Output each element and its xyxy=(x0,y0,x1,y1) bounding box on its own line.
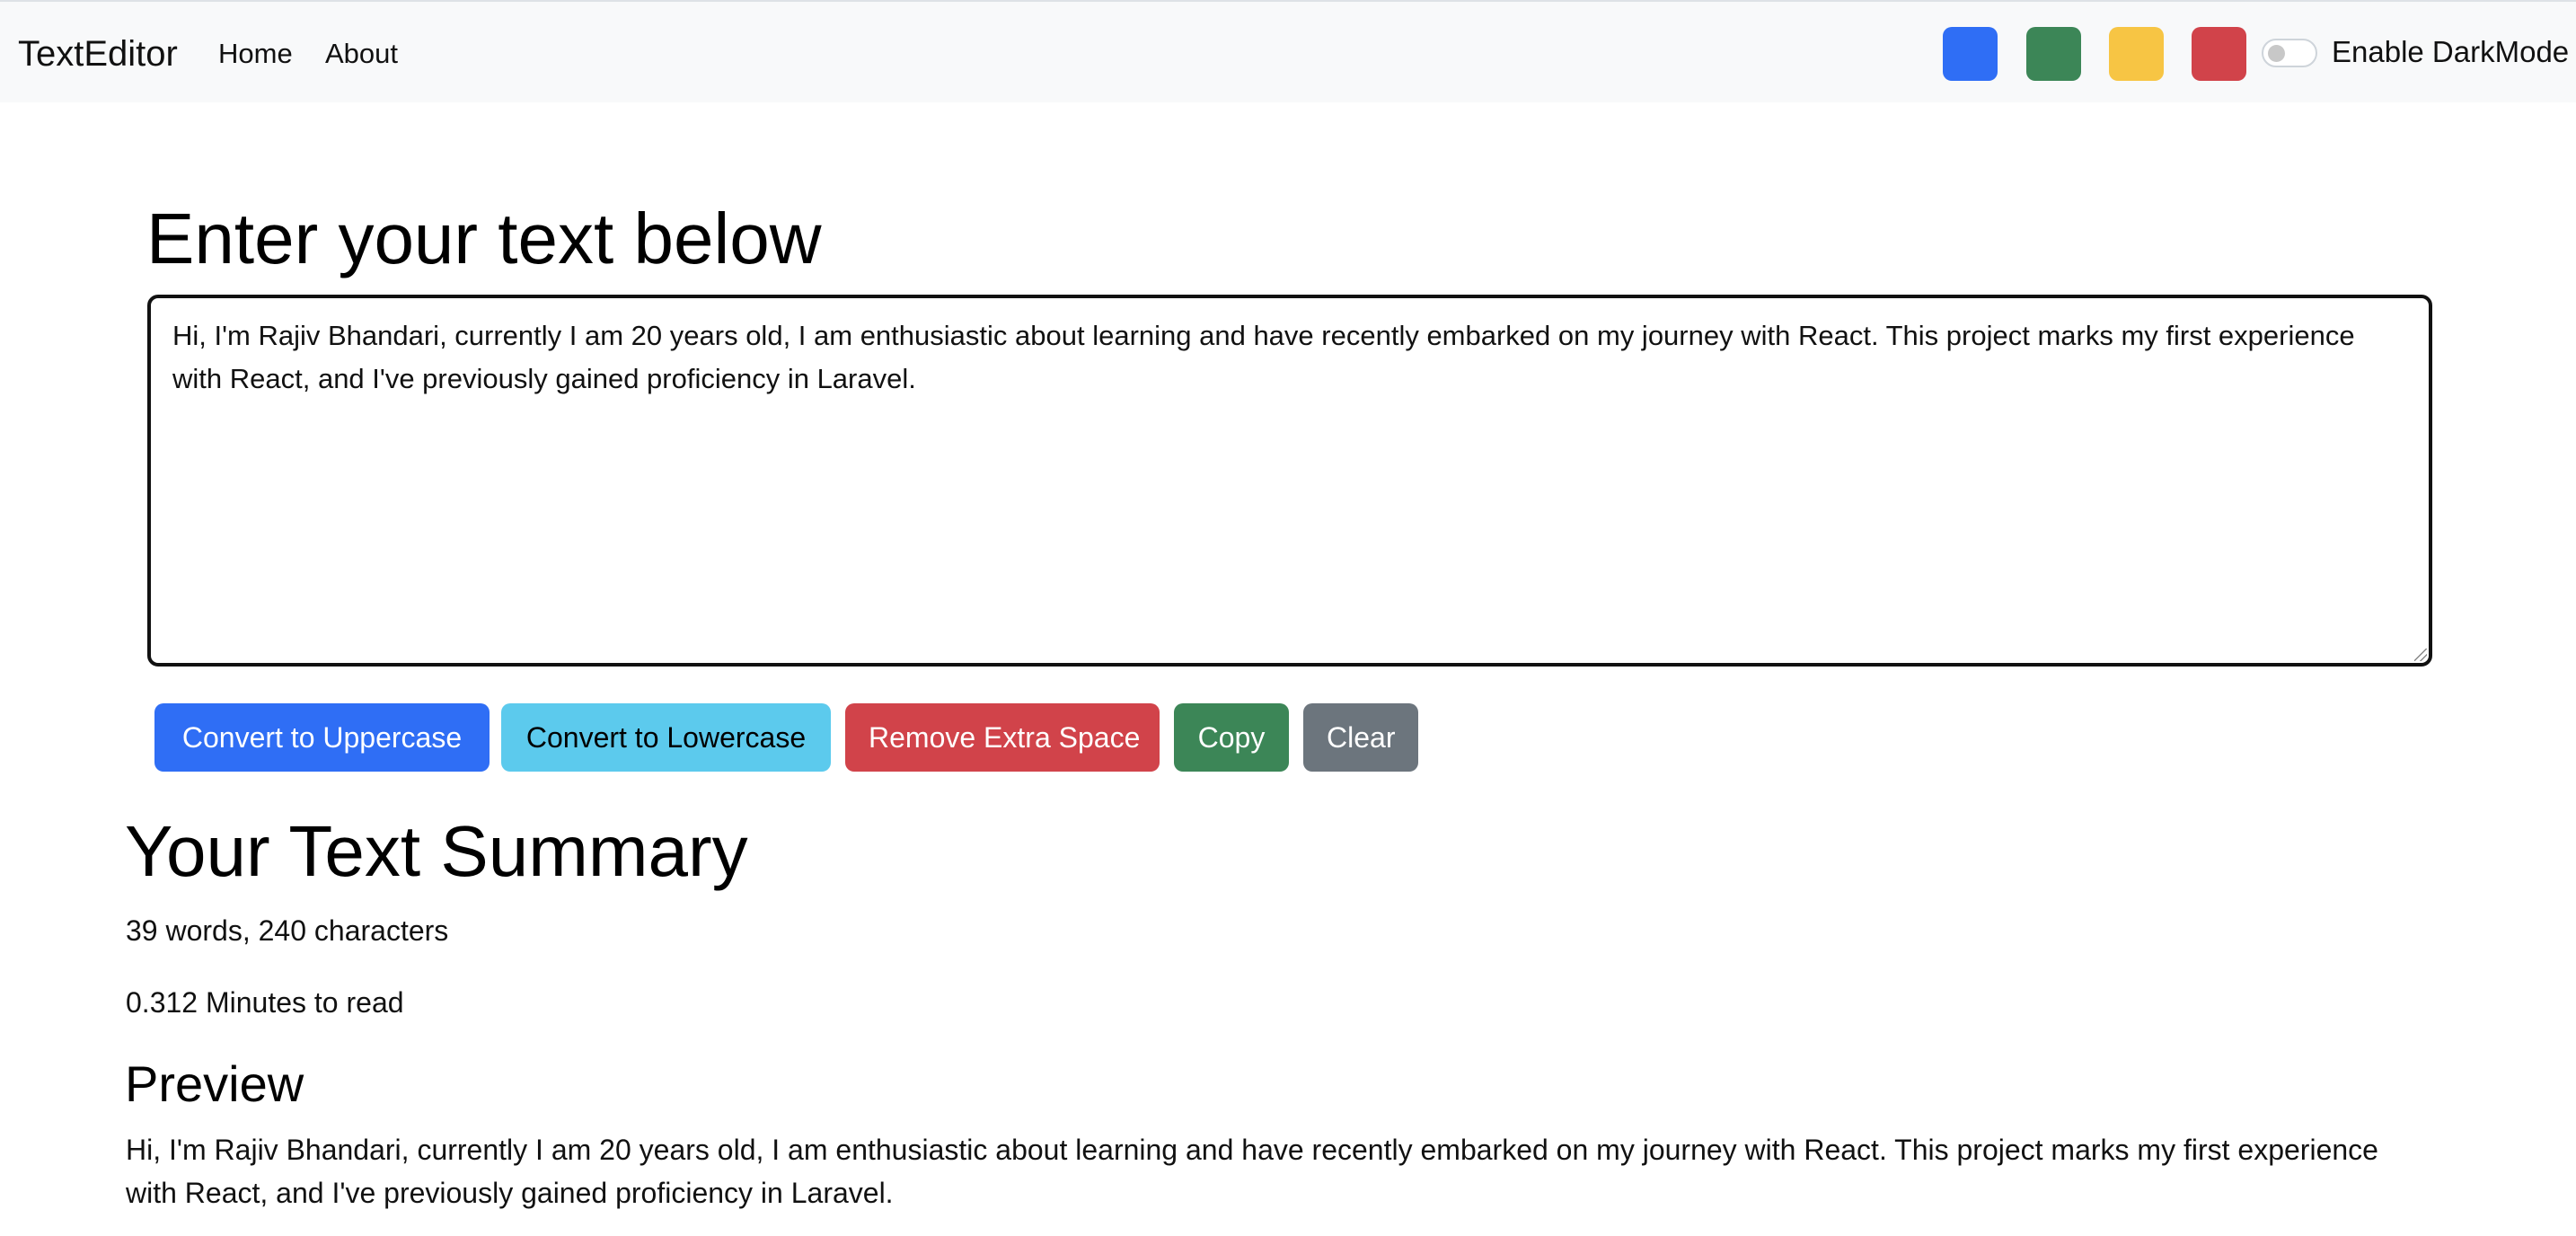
clear-button[interactable]: Clear xyxy=(1303,703,1418,772)
preview-heading: Preview xyxy=(125,1055,304,1112)
dark-mode-toggle[interactable] xyxy=(2262,39,2317,67)
theme-swatch-blue[interactable] xyxy=(1943,27,1998,81)
theme-swatch-yellow[interactable] xyxy=(2109,27,2164,81)
word-character-count: 39 words, 240 characters xyxy=(126,914,449,947)
toggle-knob xyxy=(2268,45,2285,62)
convert-uppercase-button[interactable]: Convert to Uppercase xyxy=(154,703,490,772)
navbar: TextEditor Home About Enable DarkMode xyxy=(0,0,2576,102)
brand-logo-text[interactable]: TextEditor xyxy=(18,32,178,75)
theme-swatch-red[interactable] xyxy=(2192,27,2246,81)
editor-heading: Enter your text below xyxy=(146,199,822,278)
convert-lowercase-button[interactable]: Convert to Lowercase xyxy=(501,703,831,772)
read-time: 0.312 Minutes to read xyxy=(126,986,404,1019)
dark-mode-label[interactable]: Enable DarkMode xyxy=(2332,34,2569,70)
theme-swatch-green[interactable] xyxy=(2026,27,2081,81)
textarea-resize-handle[interactable] xyxy=(2414,649,2427,661)
summary-heading: Your Text Summary xyxy=(125,811,748,891)
remove-extra-space-button[interactable]: Remove Extra Space xyxy=(845,703,1160,772)
preview-text: Hi, I'm Rajiv Bhandari, currently I am 2… xyxy=(126,1134,2378,1209)
text-input-area[interactable]: Hi, I'm Rajiv Bhandari, currently I am 2… xyxy=(147,295,2432,667)
nav-link-home[interactable]: Home xyxy=(218,36,293,72)
copy-button[interactable]: Copy xyxy=(1174,703,1289,772)
nav-link-about[interactable]: About xyxy=(325,36,398,72)
